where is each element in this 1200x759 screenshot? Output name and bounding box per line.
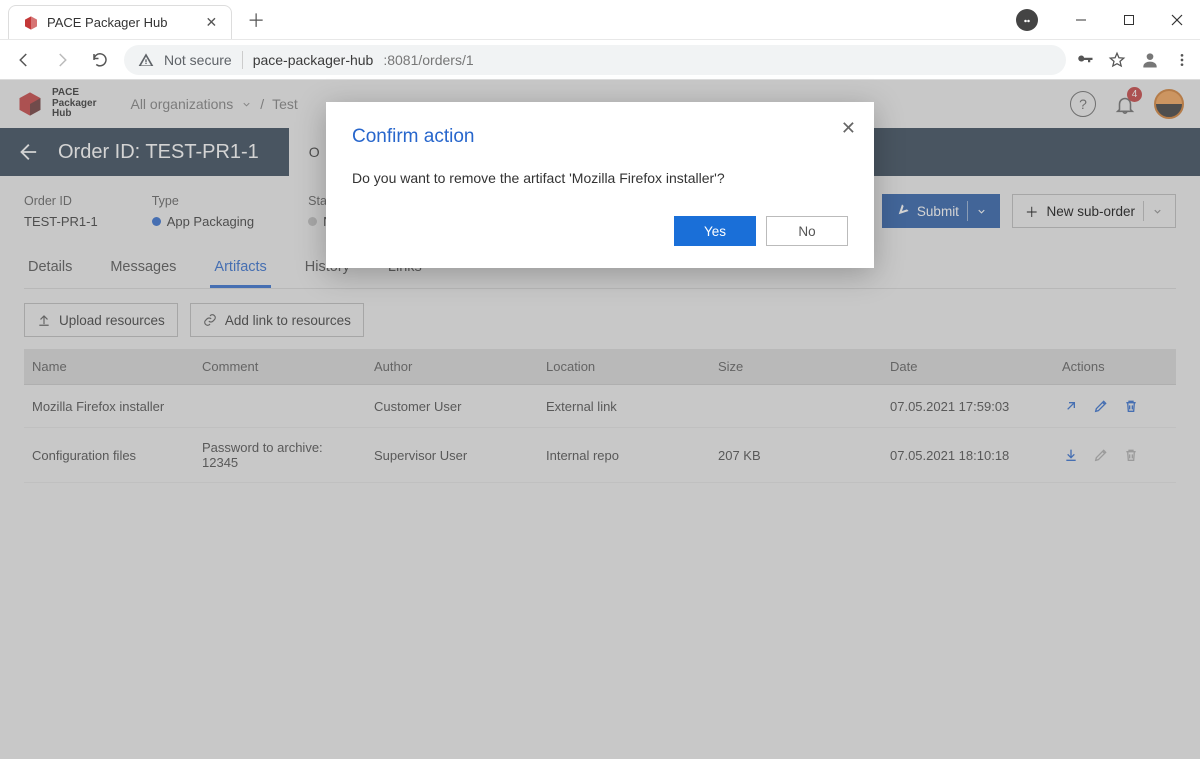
nav-back-button[interactable] (10, 46, 38, 74)
modal-body: Do you want to remove the artifact 'Mozi… (352, 170, 848, 186)
close-icon[interactable]: ✕ (841, 118, 856, 139)
window-controls (1016, 0, 1200, 39)
url-host: pace-packager-hub (253, 52, 374, 68)
cube-icon (23, 15, 39, 31)
confirm-modal: ✕ Confirm action Do you want to remove t… (326, 102, 874, 268)
star-icon[interactable] (1108, 51, 1126, 69)
menu-icon[interactable] (1174, 52, 1190, 68)
profile-badge-icon[interactable] (1016, 9, 1038, 31)
reload-button[interactable] (86, 46, 114, 74)
new-tab-button[interactable]: ＋ (242, 6, 270, 34)
warning-icon (138, 52, 154, 68)
close-window-button[interactable] (1154, 0, 1200, 40)
url-path: :8081/orders/1 (383, 52, 473, 68)
nav-forward-button[interactable] (48, 46, 76, 74)
yes-button[interactable]: Yes (674, 216, 756, 246)
url-input[interactable]: Not secure pace-packager-hub :8081/orders… (124, 45, 1066, 75)
key-icon[interactable] (1076, 51, 1094, 69)
browser-tab-title: PACE Packager Hub (47, 15, 167, 30)
divider (242, 51, 243, 69)
account-icon[interactable] (1140, 50, 1160, 70)
minimize-button[interactable] (1058, 0, 1104, 40)
modal-title: Confirm action (352, 126, 848, 148)
maximize-button[interactable] (1106, 0, 1152, 40)
window-titlebar: PACE Packager Hub ✕ ＋ (0, 0, 1200, 40)
security-label: Not secure (164, 52, 232, 68)
browser-tabs: PACE Packager Hub ✕ ＋ (0, 0, 1016, 39)
address-bar: Not secure pace-packager-hub :8081/orders… (0, 40, 1200, 80)
browser-tab-active[interactable]: PACE Packager Hub ✕ (8, 5, 232, 39)
close-icon[interactable]: ✕ (205, 14, 217, 31)
no-button[interactable]: No (766, 216, 848, 246)
